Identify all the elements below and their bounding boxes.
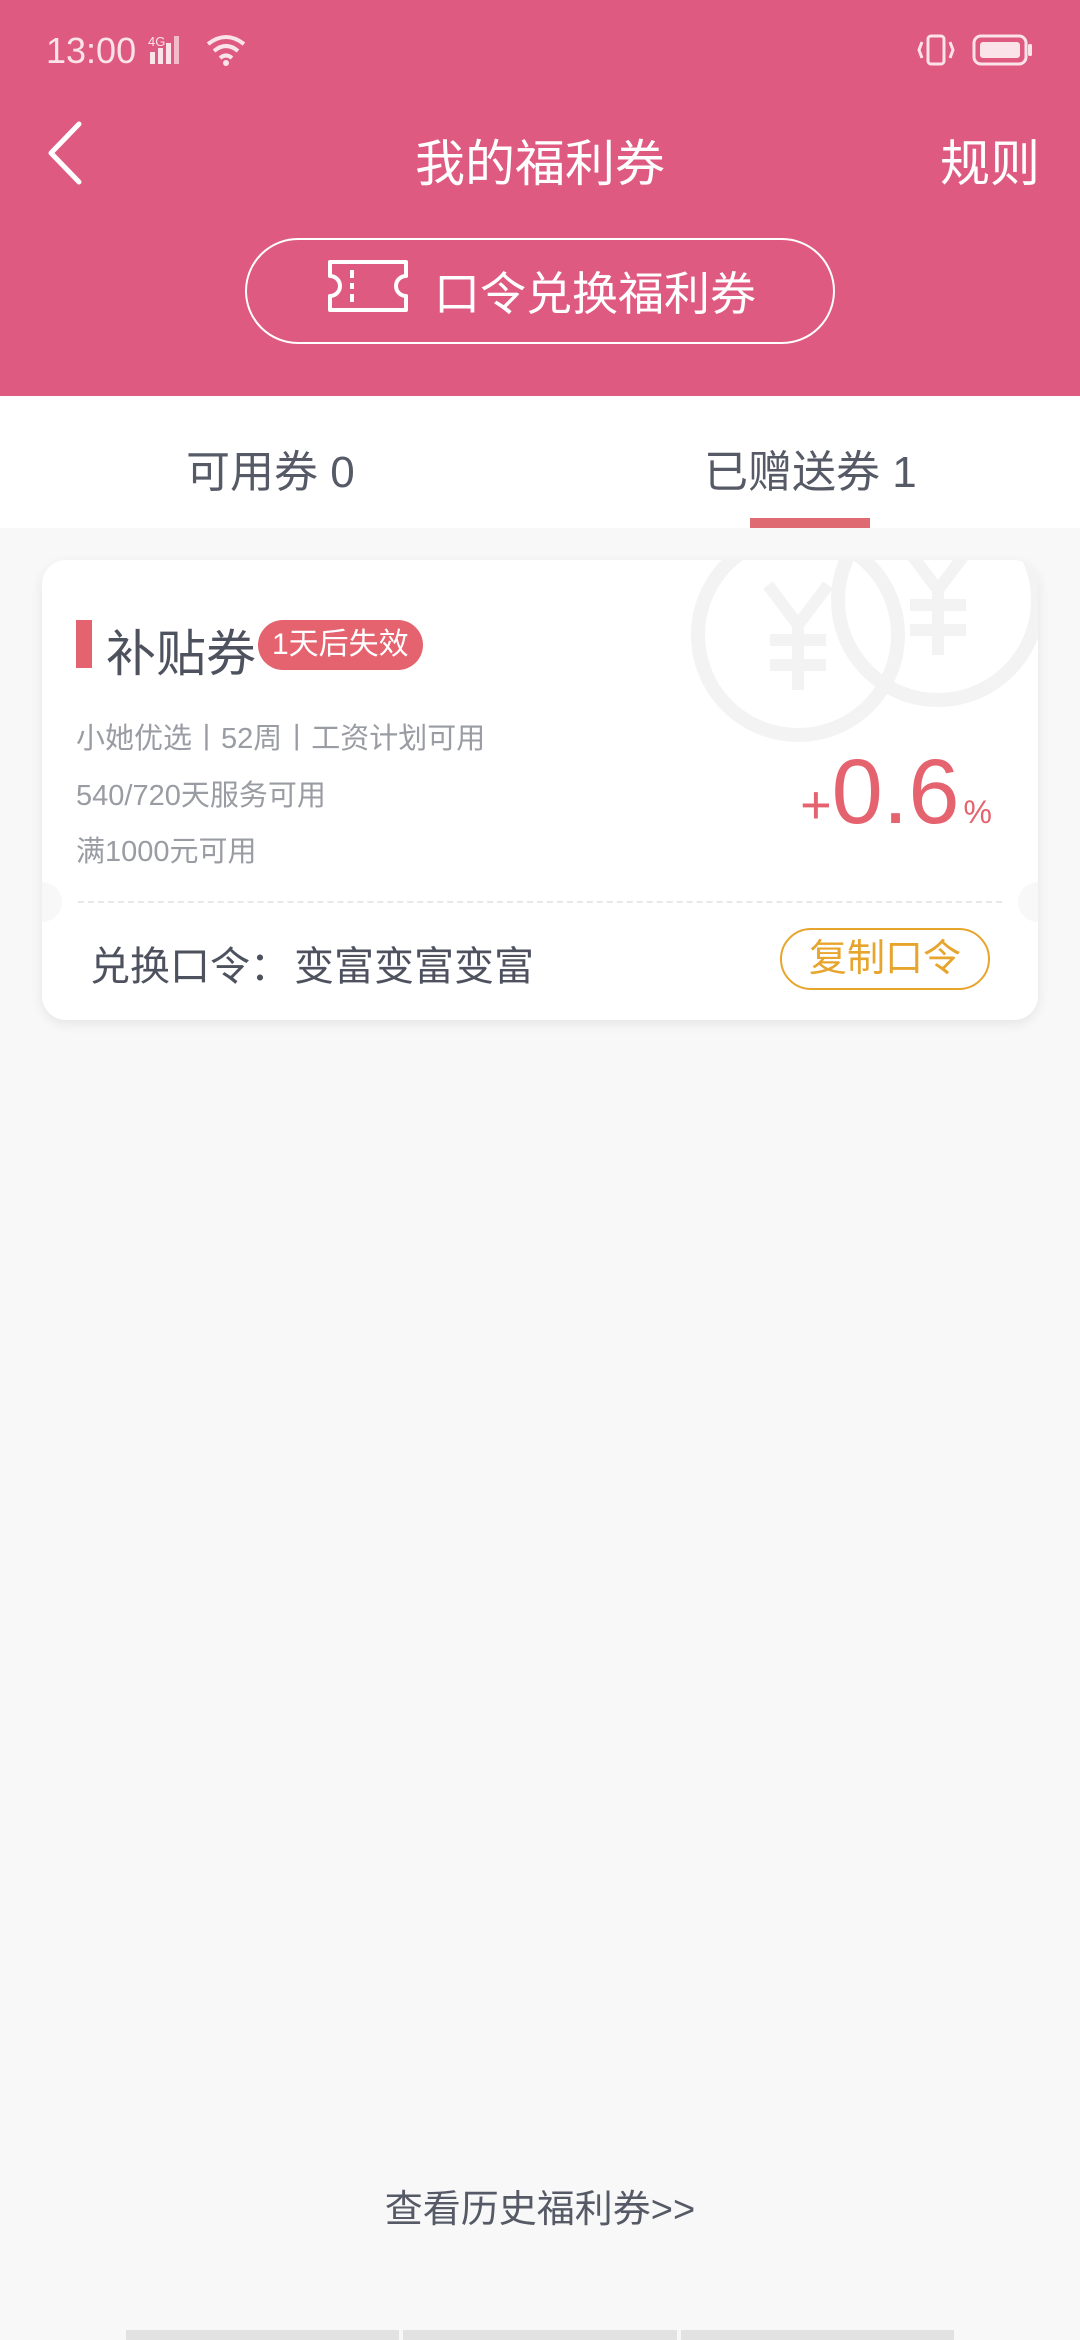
redeem-code-button[interactable]: 口令兑换福利券	[245, 238, 835, 344]
status-time: 13:00	[46, 30, 137, 71]
rate-value: 0.6	[831, 741, 960, 843]
code-label: 兑换口令：	[90, 945, 290, 989]
coupon-desc-line: 小她优选丨52周丨工资计划可用	[76, 723, 486, 755]
nav-segment[interactable]	[403, 2330, 677, 2340]
system-nav-bar	[126, 2330, 954, 2340]
page-title: 我的福利券	[415, 136, 665, 192]
history-coupons-link[interactable]: 查看历史福利券>>	[0, 2178, 1080, 2233]
tab-bar: 可用券 0 已赠送券 1	[0, 396, 1080, 528]
coupon-desc-line: 540/720天服务可用	[76, 780, 326, 812]
coupon-title: 补贴券	[106, 626, 256, 682]
code-value: 变富变富变富	[294, 945, 534, 989]
active-tab-indicator	[750, 518, 870, 528]
rate-percent: %	[963, 794, 992, 830]
status-icons-left: 4G	[148, 32, 248, 72]
coupon-desc-line: 满1000元可用	[76, 836, 257, 868]
nav-segment[interactable]	[126, 2330, 400, 2340]
tab-available[interactable]: 可用券 0	[186, 436, 355, 500]
network-label: 4G	[148, 34, 165, 49]
header: 13:00 4G 我的福利券 规则 口令兑换福利券	[0, 0, 1080, 396]
card-notch-left	[42, 882, 62, 922]
vibrate-icon	[914, 32, 958, 72]
signal-icon: 4G	[148, 34, 192, 70]
tab-gifted[interactable]: 已赠送券 1	[704, 436, 917, 500]
title-accent-bar	[76, 620, 92, 668]
battery-icon	[972, 33, 1034, 71]
yen-coin-watermark-icon	[688, 560, 1038, 770]
card-notch-right	[1018, 882, 1038, 922]
status-bar: 13:00 4G	[0, 0, 1080, 100]
status-icons-right	[914, 32, 1034, 72]
ticket-icon	[324, 258, 412, 325]
nav-segment[interactable]	[680, 2330, 954, 2340]
rate-plus: +	[800, 775, 832, 835]
copy-code-button[interactable]: 复制口令	[780, 928, 990, 990]
coupon-rate: + 0.6 %	[800, 740, 992, 845]
card-divider	[78, 901, 1002, 903]
redeem-code-label: 口令兑换福利券	[434, 268, 756, 320]
rules-link[interactable]: 规则	[940, 124, 1040, 196]
expiry-badge: 1天后失效	[258, 620, 423, 670]
wifi-icon	[204, 32, 248, 72]
coupon-card: 补贴券 1天后失效 小她优选丨52周丨工资计划可用 540/720天服务可用 满…	[42, 560, 1038, 1020]
